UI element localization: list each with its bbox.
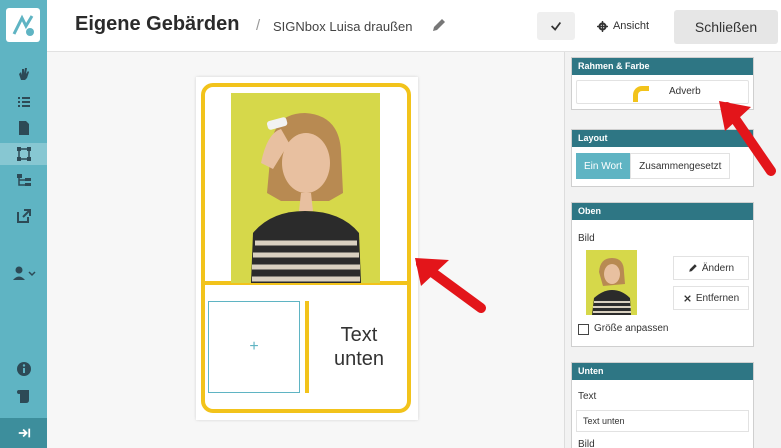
- view-button[interactable]: Ansicht: [583, 12, 663, 40]
- page-title: Eigene Gebärden: [75, 13, 240, 35]
- tree-icon[interactable]: [0, 169, 47, 191]
- header: Eigene Gebärden / SIGNbox Luisa draußen …: [47, 0, 781, 52]
- sign-card[interactable]: + Text unten: [196, 77, 418, 420]
- remove-image-button[interactable]: Entfernen: [673, 286, 749, 310]
- document-icon[interactable]: [0, 117, 47, 139]
- external-link-icon[interactable]: [0, 205, 47, 227]
- breadcrumb[interactable]: SIGNbox Luisa draußen: [273, 19, 412, 34]
- card-frame: + Text unten: [201, 83, 411, 413]
- close-button[interactable]: Schließen: [674, 10, 778, 44]
- card-bottom-section: + Text unten: [205, 289, 407, 409]
- frame-divider: [305, 301, 309, 393]
- remove-image-label: Entfernen: [695, 292, 740, 304]
- hand-icon[interactable]: [0, 63, 47, 85]
- add-image-button[interactable]: +: [208, 301, 300, 393]
- editor-canvas: + Text unten: [47, 52, 564, 448]
- section-heading: Rahmen & Farbe: [572, 58, 753, 75]
- view-label: Ansicht: [612, 20, 650, 32]
- info-icon[interactable]: [0, 358, 47, 380]
- red-arrow-icon: [415, 258, 486, 313]
- plus-icon: +: [249, 338, 259, 355]
- frame-swatch: [633, 86, 649, 102]
- layout-single-word-button[interactable]: Ein Wort: [576, 153, 631, 179]
- check-icon: [551, 21, 562, 31]
- card-bottom-text[interactable]: Text unten: [313, 323, 405, 371]
- gear-icon: [596, 20, 608, 32]
- text-label: Text: [578, 391, 597, 402]
- pencil-icon[interactable]: [431, 17, 447, 33]
- change-image-button[interactable]: Ändern: [673, 256, 749, 280]
- resize-checkbox[interactable]: [578, 324, 589, 335]
- list-icon[interactable]: [0, 91, 47, 113]
- bottom-text-input[interactable]: Text unten: [576, 410, 749, 432]
- pencil-icon: [689, 264, 697, 272]
- top-image-thumbnail: [586, 250, 637, 315]
- section-heading: Unten: [572, 363, 753, 380]
- image-label: Bild: [578, 233, 595, 244]
- sidebar: [0, 0, 47, 448]
- scroll-icon[interactable]: [0, 385, 47, 407]
- app-logo[interactable]: [6, 8, 40, 42]
- card-top-section[interactable]: [205, 87, 407, 285]
- change-image-label: Ändern: [701, 262, 735, 274]
- properties-panel: Rahmen & Farbe Adverb Layout Ein Wort Zu…: [564, 52, 781, 448]
- layout-toggle: Ein Wort Zusammengesetzt: [576, 153, 731, 179]
- close-icon: [684, 294, 691, 302]
- confirm-button[interactable]: [537, 12, 575, 40]
- frame-color-value: Adverb: [669, 86, 701, 97]
- frame-editor-icon[interactable]: [0, 143, 47, 165]
- bottom-image-label: Bild: [578, 439, 595, 448]
- user-menu-icon[interactable]: [0, 262, 47, 284]
- section-heading: Oben: [572, 203, 753, 220]
- collapse-sidebar-icon[interactable]: [0, 418, 47, 448]
- child-photo[interactable]: [231, 93, 380, 283]
- resize-label: Größe anpassen: [594, 323, 669, 334]
- bottom-section: Unten Text Text unten Bild: [571, 362, 754, 448]
- red-arrow-icon: [719, 101, 776, 176]
- top-section: Oben Bild Ändern Entfernen Größe anpasse…: [571, 202, 754, 347]
- breadcrumb-separator: /: [256, 17, 261, 34]
